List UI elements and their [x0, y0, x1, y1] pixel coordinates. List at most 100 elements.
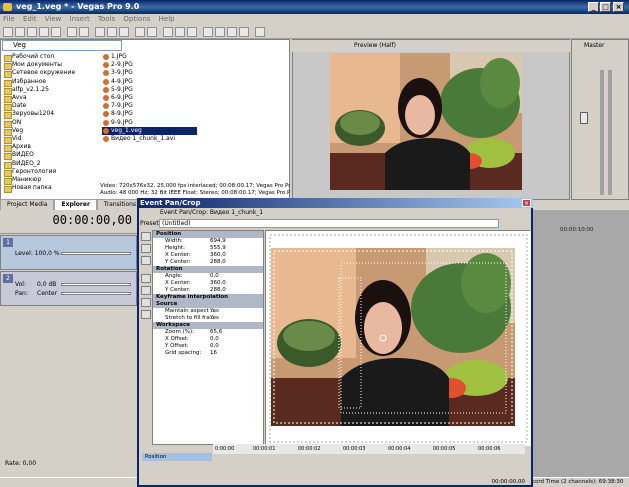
- file-item[interactable]: 2-9.JPG: [102, 61, 197, 69]
- prop-value[interactable]: 0,0: [210, 343, 219, 350]
- file-item[interactable]: 9-9.JPG: [102, 119, 197, 127]
- normal-edit-icon[interactable]: [141, 244, 151, 253]
- tree-item[interactable]: Избранное: [3, 78, 98, 87]
- menu-help[interactable]: Help: [159, 15, 175, 23]
- preview-mode-dropdown[interactable]: Preview (Half): [354, 42, 396, 49]
- preset-dropdown[interactable]: (Untitled): [159, 219, 499, 228]
- prop-value[interactable]: Yes: [210, 308, 219, 315]
- file-item[interactable]: Видео 1_chunk_1.avi: [102, 135, 197, 143]
- tree-item[interactable]: Маникюр: [3, 176, 98, 186]
- tree-item[interactable]: ВИДЕО_2: [3, 160, 98, 169]
- file-item[interactable]: 3-9.JPG: [102, 69, 197, 77]
- file-item[interactable]: 1.JPG: [102, 53, 197, 61]
- pan-slider[interactable]: [61, 292, 131, 295]
- tree-item[interactable]: ON: [3, 119, 98, 128]
- cut-icon[interactable]: [95, 27, 105, 37]
- close-button[interactable]: ×: [613, 2, 624, 12]
- explorer-path-dropdown[interactable]: Veg: [2, 40, 122, 51]
- prop-value[interactable]: 360,0: [210, 252, 226, 259]
- minimize-button[interactable]: _: [588, 2, 599, 12]
- tree-item[interactable]: Veg: [3, 127, 98, 137]
- capture-icon[interactable]: [79, 27, 89, 37]
- help-icon[interactable]: [255, 27, 265, 37]
- file-item[interactable]: 5-9.JPG: [102, 86, 197, 94]
- new-icon[interactable]: [3, 27, 13, 37]
- video-track-header[interactable]: 1 Level: 100,0 %: [0, 235, 137, 270]
- prop-x-offset: X Offset: 0,0: [153, 336, 263, 343]
- prop-value[interactable]: 555,9: [210, 245, 226, 252]
- prop-value[interactable]: 0,0: [210, 273, 219, 280]
- tree-item[interactable]: Avva: [3, 94, 98, 104]
- zoom-tool-icon[interactable]: [239, 27, 249, 37]
- keyframe-ruler[interactable]: 0:00:00 00:00:01 00:00:02 00:00:03 00:00…: [213, 444, 525, 454]
- section-keyframe-interpolation[interactable]: Keyframe interpolation: [153, 294, 263, 301]
- tree-item[interactable]: Новая папка: [3, 184, 98, 194]
- prop-value[interactable]: 694,9: [210, 238, 226, 245]
- track-number: 1: [3, 238, 13, 247]
- tree-item[interactable]: Зеруовы1204: [3, 110, 98, 120]
- prop-value[interactable]: 65,6: [210, 329, 222, 336]
- save-as-icon[interactable]: [39, 27, 49, 37]
- prop-value[interactable]: 288,0: [210, 287, 226, 294]
- envelope-tool-icon[interactable]: [215, 27, 225, 37]
- tree-item[interactable]: Vid: [3, 135, 98, 145]
- audio-track-header[interactable]: 2 Vol: 0,0 dB Pan: Center: [0, 271, 137, 306]
- menu-edit[interactable]: Edit: [23, 15, 37, 23]
- lock-aspect-icon[interactable]: [141, 286, 151, 295]
- master-fader[interactable]: [580, 112, 588, 124]
- file-item[interactable]: 4-9.JPG: [102, 78, 197, 86]
- move-freely-icon[interactable]: [141, 310, 151, 319]
- file-item[interactable]: 6-9.JPG: [102, 94, 197, 102]
- tree-item[interactable]: Сетевое окружение: [3, 69, 98, 79]
- tree-item[interactable]: Геронтология: [3, 168, 98, 178]
- undo-icon[interactable]: [135, 27, 145, 37]
- tree-item[interactable]: Date: [3, 102, 98, 112]
- maximize-button[interactable]: □: [600, 2, 611, 12]
- selection-tool-icon[interactable]: [227, 27, 237, 37]
- prop-value[interactable]: Yes: [210, 315, 219, 322]
- tree-item[interactable]: Рабочий стол: [3, 53, 98, 63]
- menu-tools[interactable]: Tools: [98, 15, 115, 23]
- autoripple-icon[interactable]: [175, 27, 185, 37]
- menu-view[interactable]: View: [45, 15, 62, 23]
- tree-item[interactable]: Архив: [3, 143, 98, 153]
- lock-envelopes-icon[interactable]: [187, 27, 197, 37]
- position-keyframe-label[interactable]: Position: [142, 453, 212, 461]
- menu-insert[interactable]: Insert: [70, 15, 90, 23]
- menu-file[interactable]: File: [3, 15, 15, 23]
- normal-edit-tool-icon[interactable]: [203, 27, 213, 37]
- scale-about-center-icon[interactable]: [141, 298, 151, 307]
- section-position[interactable]: Position: [153, 231, 263, 238]
- tree-item[interactable]: ВИДЕО: [3, 151, 98, 161]
- dialog-close-button[interactable]: ×: [522, 199, 531, 207]
- prop-value[interactable]: 288,0: [210, 259, 226, 266]
- show-properties-icon[interactable]: [141, 232, 151, 241]
- tab-project-media[interactable]: Project Media: [0, 199, 55, 210]
- tree-item[interactable]: Мои документы: [3, 61, 98, 71]
- tab-explorer[interactable]: Explorer: [54, 199, 97, 210]
- level-slider[interactable]: [61, 252, 131, 255]
- save-icon[interactable]: [27, 27, 37, 37]
- file-item[interactable]: 8-9.JPG: [102, 110, 197, 118]
- tree-item[interactable]: alfp_v2.1.25: [3, 86, 98, 96]
- menu-options[interactable]: Options: [123, 15, 150, 23]
- crop-source-image[interactable]: [271, 248, 515, 426]
- enable-snapping-icon[interactable]: [141, 274, 151, 283]
- snap-icon[interactable]: [163, 27, 173, 37]
- redo-icon[interactable]: [147, 27, 157, 37]
- volume-slider[interactable]: [61, 283, 131, 286]
- open-icon[interactable]: [15, 27, 25, 37]
- prop-value[interactable]: 360,0: [210, 280, 226, 287]
- section-rotation[interactable]: Rotation: [153, 266, 263, 273]
- file-item-selected[interactable]: veg_1.veg: [102, 126, 197, 136]
- copy-icon[interactable]: [107, 27, 117, 37]
- file-item[interactable]: 7-9.JPG: [102, 102, 197, 110]
- properties-icon[interactable]: [51, 27, 61, 37]
- render-icon[interactable]: [67, 27, 77, 37]
- paste-icon[interactable]: [119, 27, 129, 37]
- prop-value[interactable]: 16: [210, 350, 217, 357]
- prop-value[interactable]: 0,0: [210, 336, 219, 343]
- zoom-edit-icon[interactable]: [141, 256, 151, 265]
- section-source[interactable]: Source: [153, 301, 263, 308]
- section-workspace[interactable]: Workspace: [153, 322, 263, 329]
